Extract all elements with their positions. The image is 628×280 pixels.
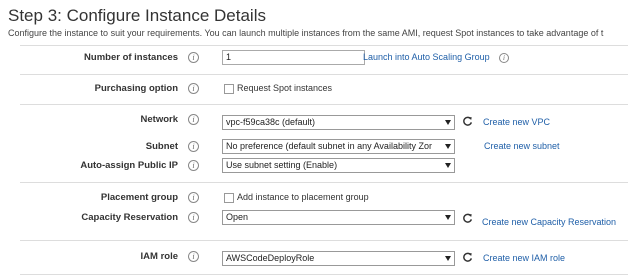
page-title: Step 3: Configure Instance Details (8, 6, 266, 25)
iam-role-select[interactable]: AWSCodeDeployRole (222, 251, 455, 266)
info-icon[interactable]: i (188, 160, 199, 171)
refresh-icon[interactable] (462, 116, 473, 127)
divider (20, 240, 628, 241)
subnet-select-value: No preference (default subnet in any Ava… (226, 141, 432, 151)
chevron-down-icon (445, 215, 451, 220)
chevron-down-icon (445, 163, 451, 168)
divider (20, 182, 628, 183)
capacity-reservation-select-value: Open (226, 212, 249, 222)
capacity-reservation-label: Capacity Reservation (81, 212, 178, 223)
page-description: Configure the instance to suit your requ… (8, 28, 604, 38)
divider (20, 274, 628, 275)
create-capacity-reservation-link[interactable]: Create new Capacity Reservation (482, 217, 616, 227)
auto-assign-ip-select[interactable]: Use subnet setting (Enable) (222, 158, 455, 173)
chevron-down-icon (445, 144, 451, 149)
network-select[interactable]: vpc-f59ca38c (default) (222, 115, 455, 130)
request-spot-label: Request Spot instances (237, 83, 333, 93)
info-icon[interactable]: i (188, 192, 199, 203)
info-icon[interactable]: i (188, 141, 199, 152)
refresh-icon[interactable] (462, 252, 473, 263)
network-select-value: vpc-f59ca38c (default) (226, 117, 316, 127)
divider (20, 45, 628, 46)
request-spot-checkbox[interactable] (224, 84, 234, 94)
info-icon[interactable]: i (188, 212, 199, 223)
info-icon[interactable]: i (188, 251, 199, 262)
launch-auto-scaling-link[interactable]: Launch into Auto Scaling Group (363, 52, 490, 62)
create-iam-role-link[interactable]: Create new IAM role (483, 253, 565, 263)
info-icon[interactable]: i (188, 52, 199, 63)
iam-role-label: IAM role (140, 251, 178, 262)
info-icon[interactable]: i (499, 53, 509, 63)
chevron-down-icon (445, 256, 451, 261)
placement-group-checkbox[interactable] (224, 193, 234, 203)
number-of-instances-input[interactable]: 1 (222, 50, 365, 65)
purchasing-option-label: Purchasing option (94, 83, 178, 94)
info-icon[interactable]: i (188, 114, 199, 125)
info-icon[interactable]: i (188, 83, 199, 94)
divider (20, 104, 628, 105)
iam-role-select-value: AWSCodeDeployRole (226, 253, 315, 263)
network-label: Network (140, 114, 178, 125)
number-of-instances-label: Number of instances (84, 52, 178, 63)
capacity-reservation-select[interactable]: Open (222, 210, 455, 225)
placement-group-label: Placement group (100, 192, 178, 203)
create-vpc-link[interactable]: Create new VPC (483, 117, 550, 127)
auto-assign-ip-label: Auto-assign Public IP (80, 160, 178, 171)
divider (20, 74, 628, 75)
chevron-down-icon (445, 120, 451, 125)
create-subnet-link[interactable]: Create new subnet (484, 141, 560, 151)
subnet-select[interactable]: No preference (default subnet in any Ava… (222, 139, 455, 154)
subnet-label: Subnet (145, 141, 178, 152)
auto-assign-ip-select-value: Use subnet setting (Enable) (226, 160, 338, 170)
placement-group-checkbox-label: Add instance to placement group (237, 192, 369, 202)
refresh-icon[interactable] (462, 213, 473, 224)
